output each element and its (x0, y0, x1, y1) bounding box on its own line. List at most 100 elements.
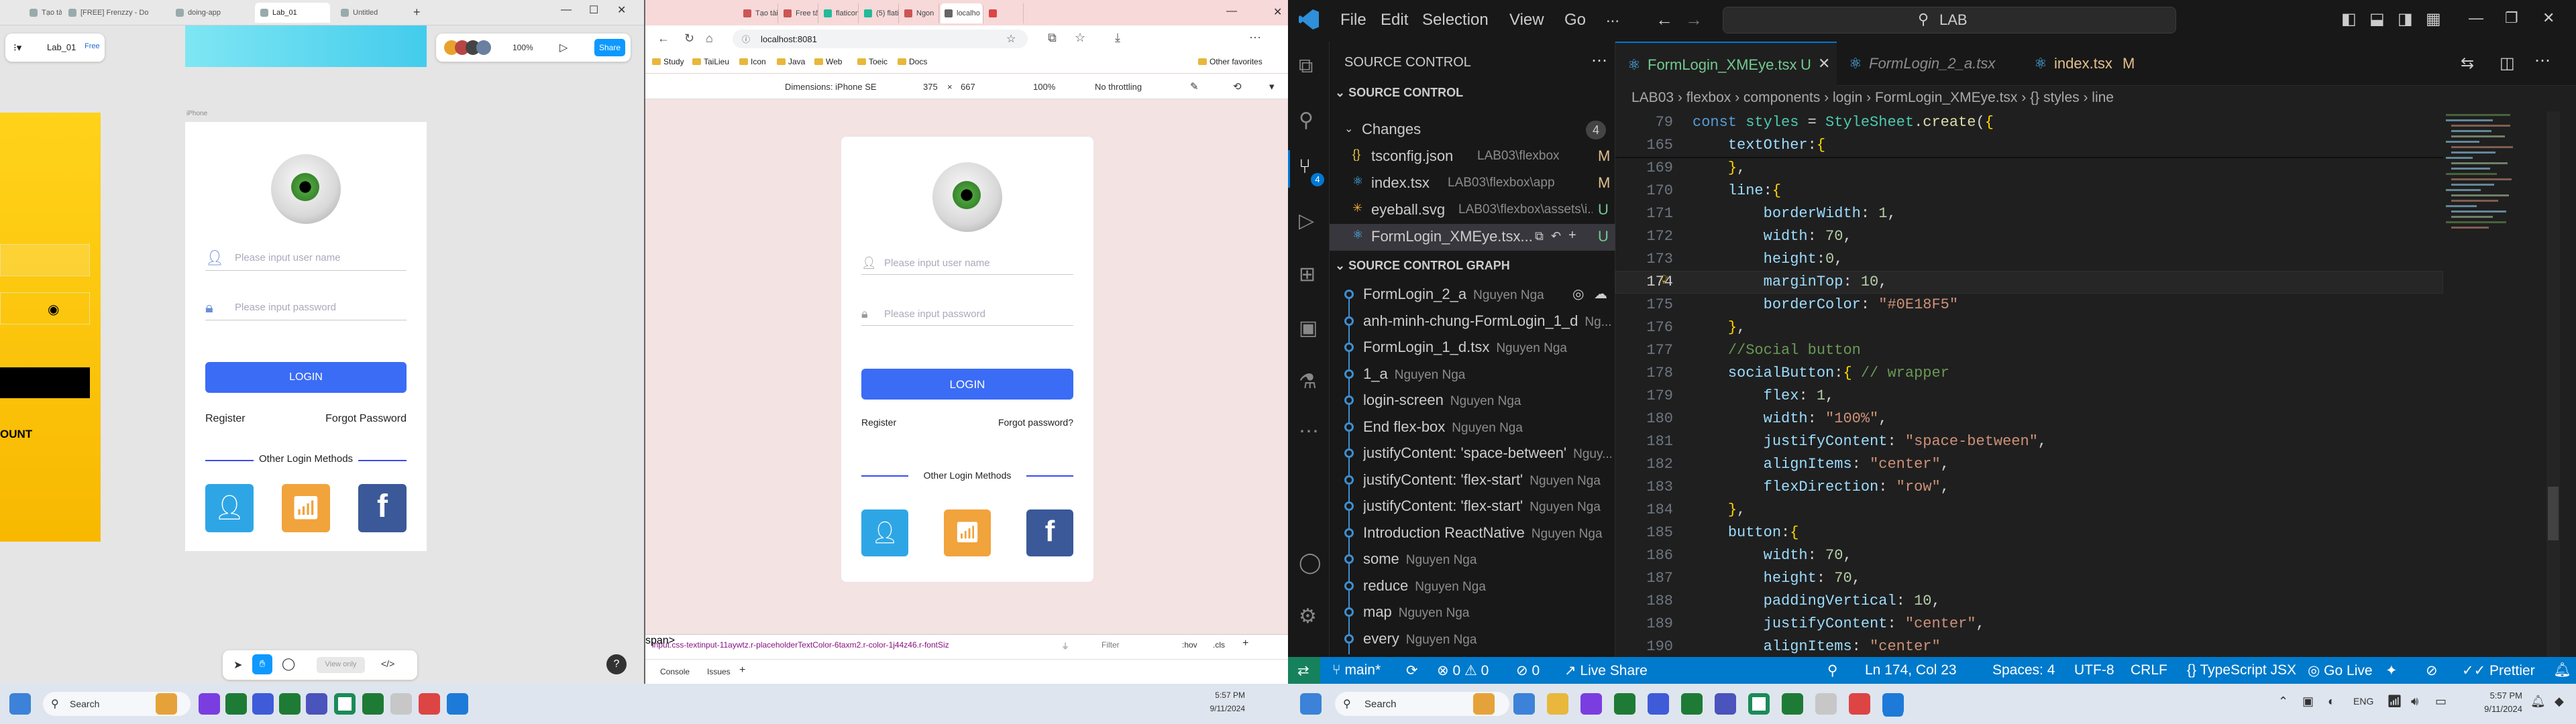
password-input[interactable]: 🔒︎ Please input password (861, 303, 1073, 326)
code-line[interactable]: alignItems: "center", (1693, 453, 1949, 476)
copilot-icon[interactable]: ✦ (2385, 662, 2398, 679)
back-arrow-icon[interactable]: ← (1656, 9, 1673, 30)
code-line[interactable]: paddingVertical: 10, (1693, 590, 1941, 613)
encoding[interactable]: UTF-8 (2074, 662, 2114, 678)
graph-commit[interactable]: reduce Nguyen Nga (1330, 573, 1615, 600)
app-icon[interactable] (1614, 693, 1635, 715)
branch-item[interactable]: ⑂ main* (1332, 662, 1381, 678)
code-line[interactable]: borderColor: "#0E18F5" (1693, 294, 1958, 316)
avatar[interactable] (476, 40, 491, 55)
login-button[interactable]: LOGIN (861, 369, 1073, 400)
app-icon[interactable] (306, 693, 327, 715)
more-actions-icon[interactable]: ⋯ (2534, 51, 2551, 70)
code-line[interactable]: textOther:{ (1693, 134, 1825, 157)
app-icon[interactable] (1782, 693, 1803, 715)
graph-commit[interactable]: justifyContent: 'flex-start' Nguyen Nga (1330, 493, 1615, 520)
search-icon[interactable]: ⚲ (1299, 109, 1313, 132)
back-icon[interactable]: ← (657, 32, 669, 46)
browser-tab[interactable]: Free tả (780, 3, 818, 23)
code-line[interactable]: alignItems: "center" (1693, 636, 1941, 658)
menu-more[interactable]: ... (1606, 8, 1619, 27)
tab-formlogin-xmeye[interactable]: ⚛ FormLogin_XMEye.tsx U ✕ (1615, 42, 1837, 86)
browser-tab[interactable]: flaticon (820, 3, 859, 23)
volume-icon[interactable]: 🔊︎ (2411, 695, 2418, 709)
more-icon[interactable]: ⋯ (1249, 31, 1261, 45)
bookmark[interactable]: Icon (739, 57, 766, 66)
app-login-screen[interactable]: 👤︎ Please input user name 🔒︎ Please inpu… (841, 137, 1093, 582)
login-button[interactable]: LOGIN (205, 362, 407, 393)
zoom-level[interactable]: 100% (513, 43, 533, 52)
customize-layout-icon[interactable]: ▦ (2426, 9, 2441, 29)
graph-commit[interactable]: End flex-box Nguyen Nga (1330, 414, 1615, 441)
bookmark[interactable]: Toeic (857, 57, 888, 66)
explorer-icon[interactable]: ⧉ (1299, 55, 1313, 78)
dimensions-select[interactable]: Dimensions: iPhone SE (785, 82, 877, 92)
forgot-password-link[interactable]: Forgot Password (325, 413, 407, 425)
minimize-icon[interactable]: — (2469, 9, 2483, 27)
language-indicator[interactable]: ENG (2353, 696, 2373, 707)
share-button[interactable]: Share (594, 39, 625, 56)
notifications-icon[interactable]: 🔔︎ (2553, 662, 2571, 678)
bell-slash-icon[interactable]: ⊘ (2426, 662, 2438, 679)
figma-tab-active[interactable]: Lab_01 (255, 3, 330, 23)
menu-view[interactable]: View (1509, 11, 1544, 29)
zoom-select[interactable]: 100% (1033, 82, 1055, 92)
menu-selection[interactable]: Selection (1422, 11, 1489, 29)
command-center[interactable]: ⚲ LAB (1723, 7, 2176, 34)
play-icon[interactable]: ▷ (559, 41, 568, 54)
url-text[interactable]: localhost:8081 (761, 34, 817, 44)
code-line[interactable]: width: "100%", (1693, 408, 1888, 430)
remote-explorer-icon[interactable]: ▣ (1299, 316, 1318, 340)
close-icon[interactable]: ✕ (1273, 5, 1282, 19)
tray-chevron-icon[interactable]: ⌃ (2278, 695, 2288, 709)
code-line[interactable]: }, (1693, 499, 1746, 522)
filter-input[interactable]: Filter (1102, 640, 1120, 650)
changed-file[interactable]: {} tsconfig.json LAB03\flexbox M (1330, 143, 1615, 170)
code-lines[interactable]: 79 const styles = StyleSheet.create({165 … (1615, 111, 2481, 657)
more-views-icon[interactable]: ⋯ (1299, 420, 1319, 443)
star-icon[interactable]: ☆ (1006, 32, 1016, 46)
code-line[interactable]: }, (1693, 316, 1746, 339)
graph-commit[interactable]: Introduction ReactNative Nguyen Nga (1330, 520, 1615, 547)
width-input[interactable]: 375 (923, 82, 938, 92)
app-icon[interactable] (199, 693, 220, 715)
add-user-button[interactable]: 👤︎ (861, 509, 908, 556)
username-input[interactable]: 👤︎ Please input user name (861, 252, 1073, 275)
settings-gear-icon[interactable]: ⚙ (1299, 605, 1317, 628)
app-icon[interactable] (1715, 693, 1736, 715)
code-line[interactable]: borderWidth: 1, (1693, 202, 1896, 225)
home-icon[interactable]: ⌂ (706, 32, 713, 46)
move-icon[interactable]: ➤ (233, 658, 242, 672)
figma-canvas[interactable]: ⁝▾ Lab_01 Free 100% ▷ Share ◉ OUNT iPhon… (0, 25, 644, 684)
facebook-button[interactable]: f (1026, 509, 1073, 556)
tray-app-icon[interactable]: ▣ (2302, 695, 2314, 709)
code-line[interactable]: width: 70, (1693, 225, 1852, 248)
sync-icon[interactable]: ⟳ (1406, 662, 1418, 679)
graph-commit[interactable]: some Nguyen Nga (1330, 546, 1615, 573)
graph-toggle[interactable]: ⌄ SOURCE CONTROL GRAPH (1335, 259, 1510, 273)
figma-tab[interactable]: [FREE] Frenzzy - Do (63, 3, 153, 23)
code-editor[interactable]: 79 const styles = StyleSheet.create({165 … (1615, 111, 2576, 657)
app-icon[interactable] (1648, 693, 1669, 715)
minimap[interactable] (2443, 111, 2530, 657)
discard-icon[interactable]: ↶ (1551, 229, 1561, 243)
wifi-button[interactable]: 📶︎ (944, 509, 991, 556)
scrollbar[interactable] (2546, 111, 2560, 657)
clock-time[interactable]: 5:57 PM (2469, 690, 2522, 701)
code-line[interactable]: width: 70, (1693, 544, 1852, 567)
battery-icon[interactable]: ▭ (2435, 695, 2447, 709)
target-icon[interactable]: ◎ (1572, 286, 1584, 302)
help-button[interactable]: ? (606, 654, 627, 674)
file-name[interactable]: Lab_01 (47, 42, 76, 52)
height-input[interactable]: 667 (961, 82, 975, 92)
app-icon[interactable] (279, 693, 301, 715)
chrome-icon[interactable] (1748, 693, 1770, 715)
code-line[interactable]: //Social button (1693, 339, 1861, 362)
menu-edit[interactable]: Edit (1381, 11, 1408, 29)
app-icon[interactable] (362, 693, 384, 715)
indentation[interactable]: Spaces: 4 (1992, 662, 2055, 678)
code-line[interactable]: }, (1693, 157, 1746, 180)
accounts-icon[interactable]: ◯ (1299, 551, 1322, 575)
restore-icon[interactable]: ❐ (2505, 9, 2518, 27)
minimize-icon[interactable]: — (1226, 5, 1237, 17)
